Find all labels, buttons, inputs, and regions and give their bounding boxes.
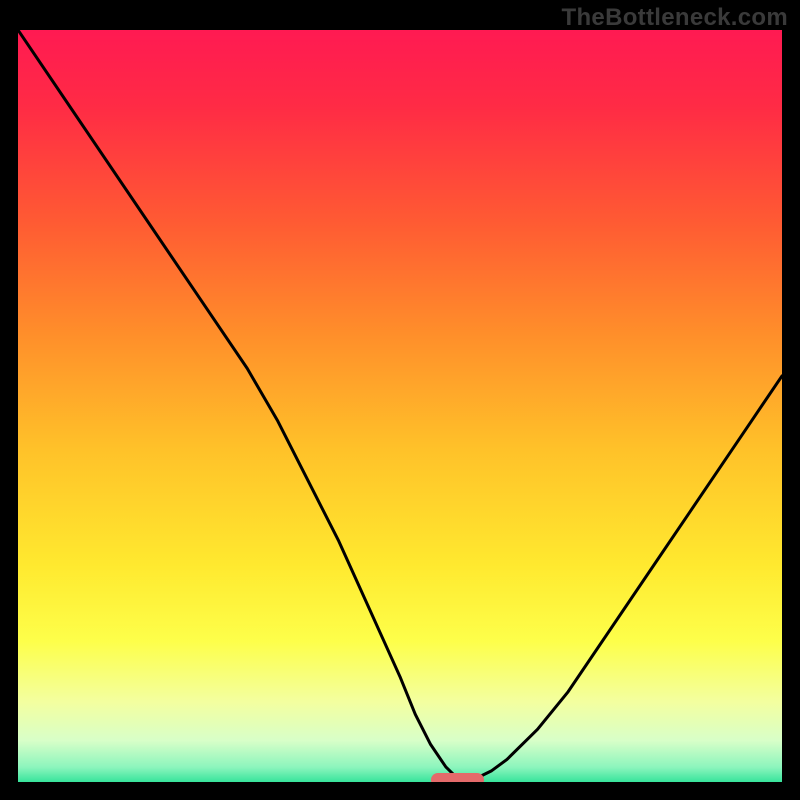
chart-frame: TheBottleneck.com bbox=[0, 0, 800, 800]
plot-area bbox=[18, 30, 782, 782]
bottleneck-curve bbox=[18, 30, 782, 782]
watermark-text: TheBottleneck.com bbox=[562, 4, 788, 32]
optimal-range-marker bbox=[431, 773, 484, 782]
